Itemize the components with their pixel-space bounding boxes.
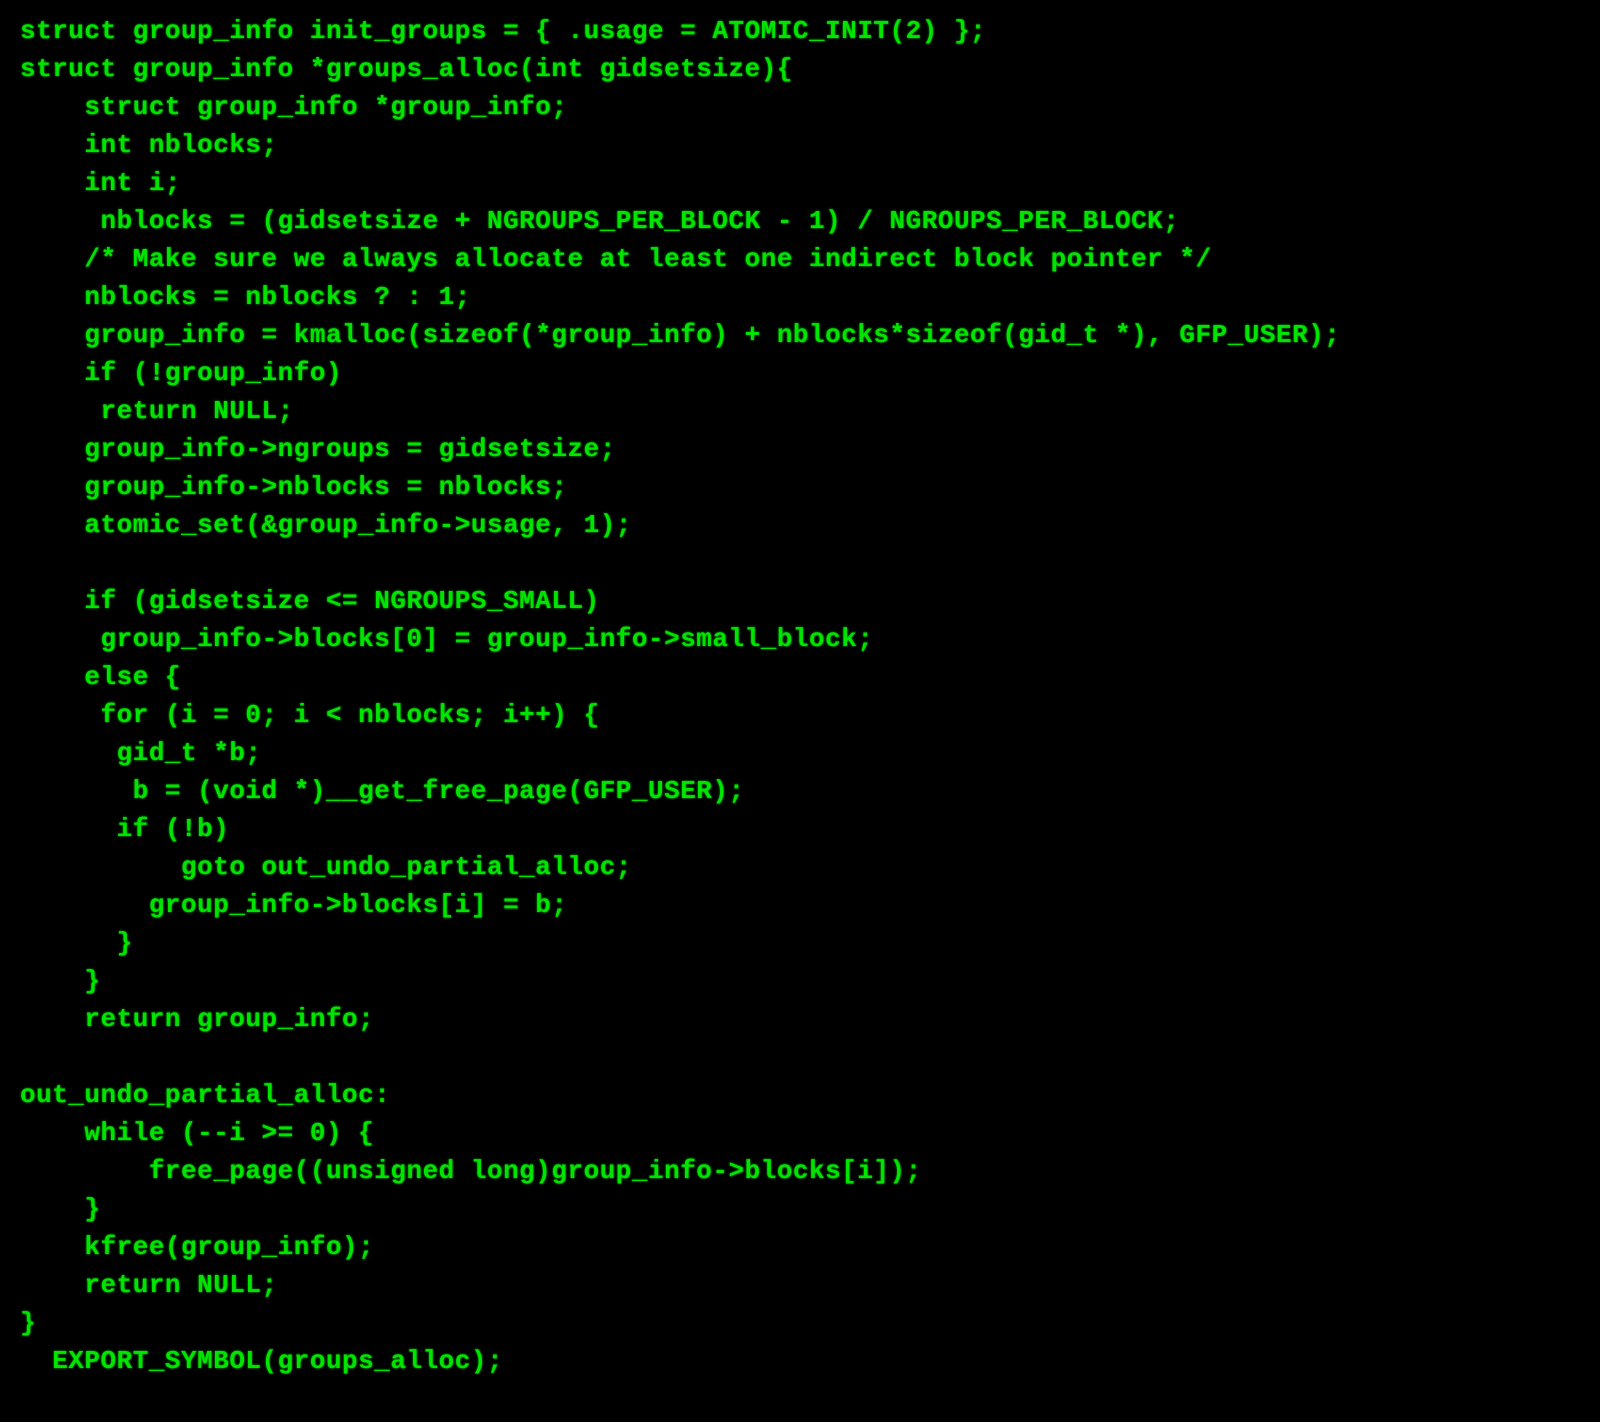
source-code-block: struct group_info init_groups = { .usage…: [0, 0, 1600, 1400]
